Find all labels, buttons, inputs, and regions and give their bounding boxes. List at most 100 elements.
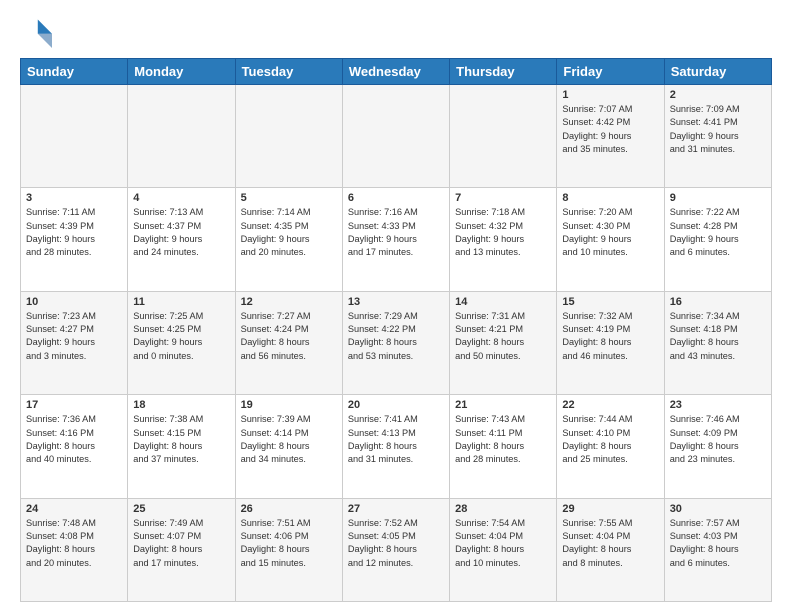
calendar-cell: 19 Sunrise: 7:39 AM Sunset: 4:14 PM Dayli… [235,395,342,498]
calendar-cell: 10 Sunrise: 7:23 AM Sunset: 4:27 PM Dayli… [21,291,128,394]
calendar-cell: 17 Sunrise: 7:36 AM Sunset: 4:16 PM Dayli… [21,395,128,498]
day-info: Sunrise: 7:55 AM Sunset: 4:04 PM Dayligh… [562,517,658,570]
day-info: Sunrise: 7:09 AM Sunset: 4:41 PM Dayligh… [670,103,766,156]
calendar-cell: 16 Sunrise: 7:34 AM Sunset: 4:18 PM Dayli… [664,291,771,394]
day-number: 14 [455,296,551,308]
calendar-header-row: SundayMondayTuesdayWednesdayThursdayFrid… [21,59,772,85]
header [20,16,772,48]
day-number: 7 [455,192,551,204]
calendar-cell [128,85,235,188]
calendar-cell: 12 Sunrise: 7:27 AM Sunset: 4:24 PM Dayli… [235,291,342,394]
calendar-cell: 29 Sunrise: 7:55 AM Sunset: 4:04 PM Dayli… [557,498,664,601]
day-info: Sunrise: 7:18 AM Sunset: 4:32 PM Dayligh… [455,206,551,259]
calendar-cell: 20 Sunrise: 7:41 AM Sunset: 4:13 PM Dayli… [342,395,449,498]
weekday-header-friday: Friday [557,59,664,85]
day-number: 9 [670,192,766,204]
day-number: 12 [241,296,337,308]
day-number: 25 [133,503,229,515]
day-number: 6 [348,192,444,204]
day-number: 30 [670,503,766,515]
day-info: Sunrise: 7:44 AM Sunset: 4:10 PM Dayligh… [562,413,658,466]
day-number: 26 [241,503,337,515]
day-number: 1 [562,89,658,101]
day-info: Sunrise: 7:25 AM Sunset: 4:25 PM Dayligh… [133,310,229,363]
day-info: Sunrise: 7:39 AM Sunset: 4:14 PM Dayligh… [241,413,337,466]
calendar-cell: 24 Sunrise: 7:48 AM Sunset: 4:08 PM Dayli… [21,498,128,601]
day-info: Sunrise: 7:07 AM Sunset: 4:42 PM Dayligh… [562,103,658,156]
day-number: 18 [133,399,229,411]
weekday-header-wednesday: Wednesday [342,59,449,85]
calendar-cell [21,85,128,188]
day-number: 10 [26,296,122,308]
calendar-table: SundayMondayTuesdayWednesdayThursdayFrid… [20,58,772,602]
day-number: 15 [562,296,658,308]
calendar-cell: 1 Sunrise: 7:07 AM Sunset: 4:42 PM Daylig… [557,85,664,188]
weekday-header-saturday: Saturday [664,59,771,85]
weekday-header-thursday: Thursday [450,59,557,85]
calendar-cell: 23 Sunrise: 7:46 AM Sunset: 4:09 PM Dayli… [664,395,771,498]
calendar-cell: 8 Sunrise: 7:20 AM Sunset: 4:30 PM Daylig… [557,188,664,291]
calendar-cell: 25 Sunrise: 7:49 AM Sunset: 4:07 PM Dayli… [128,498,235,601]
day-number: 5 [241,192,337,204]
week-row-1: 3Sunrise: 7:11 AM Sunset: 4:39 PM Daylig… [21,188,772,291]
calendar-cell: 14 Sunrise: 7:31 AM Sunset: 4:21 PM Dayli… [450,291,557,394]
day-number: 20 [348,399,444,411]
calendar-cell: 22Sunrise: 7:44 AM Sunset: 4:10 PM Dayli… [557,395,664,498]
day-info: Sunrise: 7:29 AM Sunset: 4:22 PM Dayligh… [348,310,444,363]
day-number: 4 [133,192,229,204]
page: SundayMondayTuesdayWednesdayThursdayFrid… [0,0,792,612]
weekday-header-sunday: Sunday [21,59,128,85]
calendar-cell: 2 Sunrise: 7:09 AM Sunset: 4:41 PM Daylig… [664,85,771,188]
day-number: 27 [348,503,444,515]
day-info: Sunrise: 7:22 AM Sunset: 4:28 PM Dayligh… [670,206,766,259]
day-number: 21 [455,399,551,411]
calendar-cell: 15 Sunrise: 7:32 AM Sunset: 4:19 PM Dayli… [557,291,664,394]
day-number: 8 [562,192,658,204]
day-number: 19 [241,399,337,411]
day-number: 16 [670,296,766,308]
weekday-header-monday: Monday [128,59,235,85]
calendar-cell: 27Sunrise: 7:52 AM Sunset: 4:05 PM Dayli… [342,498,449,601]
day-number: 13 [348,296,444,308]
calendar-cell: 21Sunrise: 7:43 AM Sunset: 4:11 PM Dayli… [450,395,557,498]
day-info: Sunrise: 7:48 AM Sunset: 4:08 PM Dayligh… [26,517,122,570]
day-info: Sunrise: 7:27 AM Sunset: 4:24 PM Dayligh… [241,310,337,363]
calendar-cell [342,85,449,188]
day-info: Sunrise: 7:20 AM Sunset: 4:30 PM Dayligh… [562,206,658,259]
weekday-header-tuesday: Tuesday [235,59,342,85]
day-number: 11 [133,296,229,308]
week-row-0: 1 Sunrise: 7:07 AM Sunset: 4:42 PM Daylig… [21,85,772,188]
day-info: Sunrise: 7:34 AM Sunset: 4:18 PM Dayligh… [670,310,766,363]
day-info: Sunrise: 7:16 AM Sunset: 4:33 PM Dayligh… [348,206,444,259]
calendar-cell: 26 Sunrise: 7:51 AM Sunset: 4:06 PM Dayli… [235,498,342,601]
calendar-cell: 7 Sunrise: 7:18 AM Sunset: 4:32 PM Daylig… [450,188,557,291]
day-number: 24 [26,503,122,515]
calendar-cell: 13 Sunrise: 7:29 AM Sunset: 4:22 PM Dayli… [342,291,449,394]
day-info: Sunrise: 7:41 AM Sunset: 4:13 PM Dayligh… [348,413,444,466]
day-info: Sunrise: 7:13 AM Sunset: 4:37 PM Dayligh… [133,206,229,259]
day-number: 23 [670,399,766,411]
calendar-cell: 6 Sunrise: 7:16 AM Sunset: 4:33 PM Daylig… [342,188,449,291]
logo [20,16,56,48]
week-row-3: 17 Sunrise: 7:36 AM Sunset: 4:16 PM Dayli… [21,395,772,498]
day-info: Sunrise: 7:49 AM Sunset: 4:07 PM Dayligh… [133,517,229,570]
day-info: Sunrise: 7:14 AM Sunset: 4:35 PM Dayligh… [241,206,337,259]
day-number: 2 [670,89,766,101]
day-info: Sunrise: 7:23 AM Sunset: 4:27 PM Dayligh… [26,310,122,363]
calendar-cell: 18Sunrise: 7:38 AM Sunset: 4:15 PM Dayli… [128,395,235,498]
day-number: 28 [455,503,551,515]
logo-icon [20,16,52,48]
day-info: Sunrise: 7:54 AM Sunset: 4:04 PM Dayligh… [455,517,551,570]
calendar-cell: 11 Sunrise: 7:25 AM Sunset: 4:25 PM Dayli… [128,291,235,394]
calendar-cell: 30Sunrise: 7:57 AM Sunset: 4:03 PM Dayli… [664,498,771,601]
day-info: Sunrise: 7:32 AM Sunset: 4:19 PM Dayligh… [562,310,658,363]
day-number: 17 [26,399,122,411]
calendar-cell: 5 Sunrise: 7:14 AM Sunset: 4:35 PM Daylig… [235,188,342,291]
day-number: 29 [562,503,658,515]
day-info: Sunrise: 7:11 AM Sunset: 4:39 PM Dayligh… [26,206,122,259]
day-info: Sunrise: 7:31 AM Sunset: 4:21 PM Dayligh… [455,310,551,363]
day-info: Sunrise: 7:36 AM Sunset: 4:16 PM Dayligh… [26,413,122,466]
day-info: Sunrise: 7:51 AM Sunset: 4:06 PM Dayligh… [241,517,337,570]
day-info: Sunrise: 7:46 AM Sunset: 4:09 PM Dayligh… [670,413,766,466]
calendar-cell [450,85,557,188]
